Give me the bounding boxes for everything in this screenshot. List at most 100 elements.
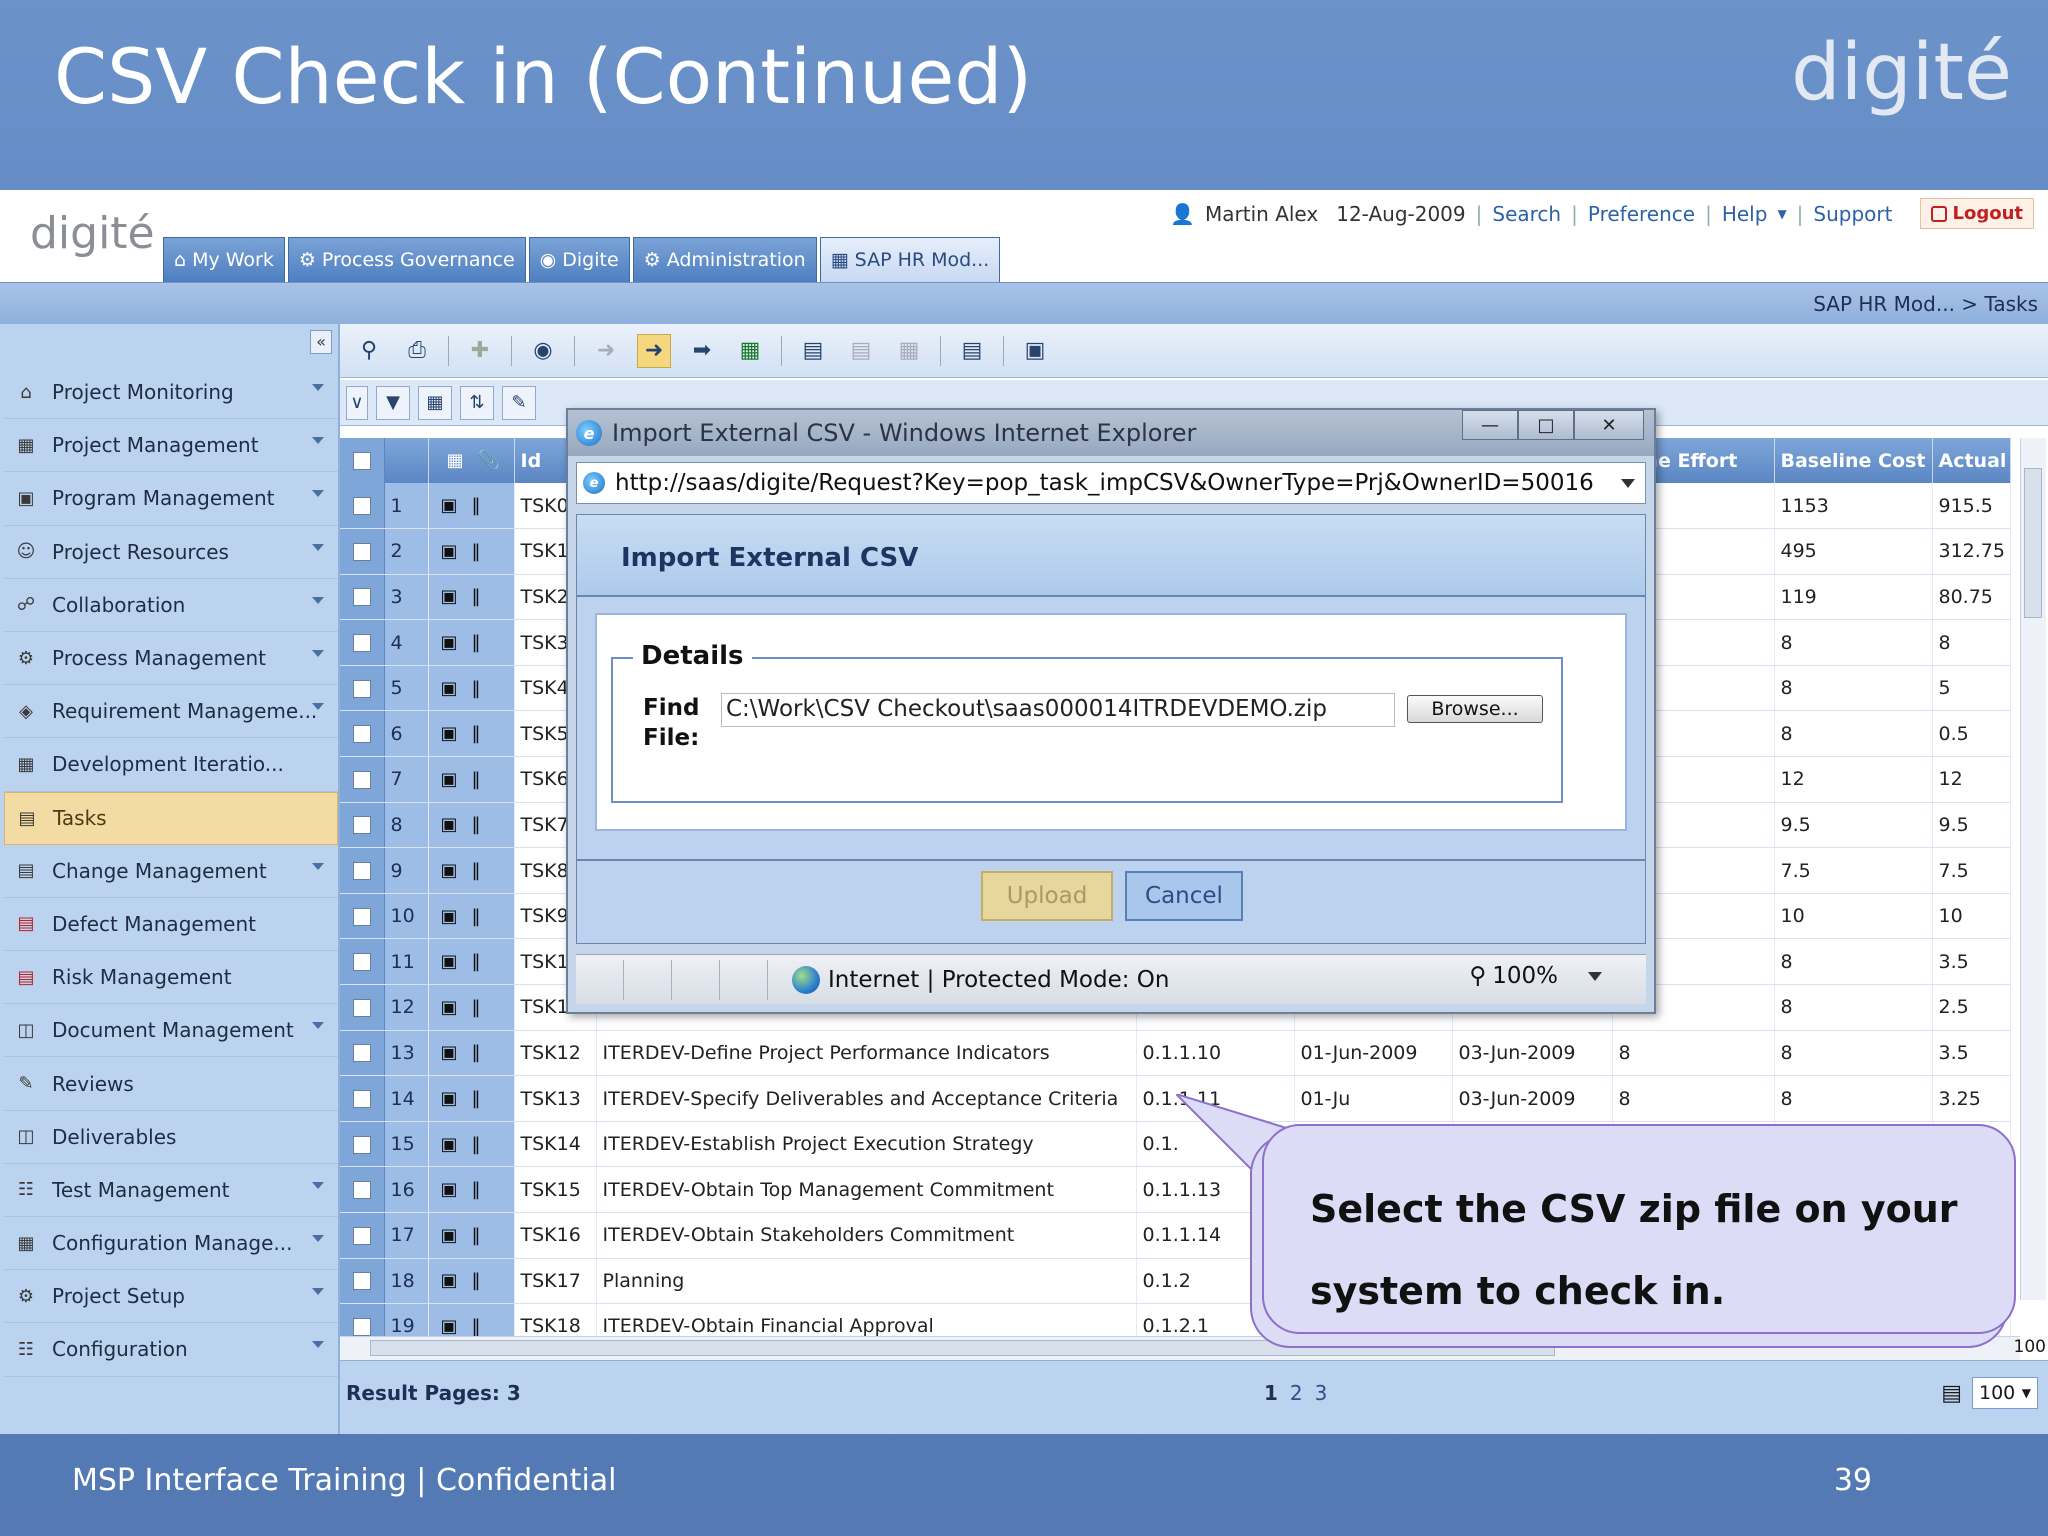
column-header-actual[interactable]: Actual [1932,438,2011,483]
link-icon[interactable]: ▣ [441,906,458,927]
page-link[interactable]: 2 [1290,1381,1303,1405]
file-path-input[interactable]: C:\Work\CSV Checkout\saas000014ITRDEVDEM… [721,693,1395,727]
expand-icon[interactable] [312,1235,324,1242]
row-checkbox[interactable] [340,756,385,803]
scroll-thumb[interactable] [370,1340,1555,1356]
column-header-baseline-cost[interactable]: Baseline Cost [1774,438,1933,483]
help-link[interactable]: Help [1722,202,1768,226]
attachment-icon[interactable]: ‖ [472,814,481,835]
edit-icon[interactable]: ✎ [502,385,536,420]
page-link[interactable]: 1 [1264,1381,1278,1405]
attachment-icon[interactable]: ‖ [472,1088,481,1109]
chevron-down-icon[interactable] [1588,971,1602,981]
link-icon[interactable]: ▣ [441,1088,458,1109]
expand-icon[interactable] [312,1288,324,1296]
checkbox[interactable] [352,725,371,744]
filter-icon[interactable]: ▼ [376,385,410,420]
sidebar-item-defect-management[interactable]: ▤ Defect Management [4,898,338,952]
page-link[interactable]: 3 [1315,1381,1328,1405]
address-bar[interactable]: e http://saas/digite/Request?Key=pop_tas… [576,462,1646,504]
sidebar-item-reviews[interactable]: ✎ Reviews [4,1057,338,1111]
copy-icon[interactable]: ▤ [1941,1381,1962,1406]
row-checkbox[interactable] [340,665,385,712]
support-link[interactable]: Support [1813,202,1892,226]
sidebar-item-change-management[interactable]: ▤ Change Management [4,845,338,898]
link-icon[interactable]: ▣ [441,632,458,653]
row-checkbox[interactable] [340,1121,385,1168]
checkbox[interactable] [352,542,371,561]
checkbox[interactable] [352,998,371,1017]
link-icon[interactable]: ▣ [441,678,458,699]
tab-my-work[interactable]: ⌂ My Work [163,237,285,282]
attachment-icon[interactable]: ‖ [472,586,481,607]
attachment-icon[interactable]: ‖ [472,541,481,562]
checkbox[interactable] [352,588,371,607]
attachment-icon[interactable]: ‖ [472,632,481,653]
scroll-thumb[interactable] [2024,468,2042,618]
zoom-control[interactable]: ⚲ 100% [1469,963,1602,989]
row-checkbox[interactable] [340,483,385,530]
horizontal-scrollbar[interactable]: 100 [340,1336,2046,1360]
row-checkbox[interactable] [340,938,385,986]
page-size-select[interactable]: 100 ▼ [1972,1377,2038,1409]
add-icon[interactable]: ✚ [463,334,497,368]
checkbox[interactable] [352,1135,371,1154]
upload-button[interactable]: Upload [981,871,1113,921]
checkout-icon[interactable]: ➡ [685,334,719,368]
link-icon[interactable]: ▣ [441,586,458,607]
attachment-icon[interactable]: ‖ [472,769,481,790]
vertical-scrollbar[interactable] [2020,438,2046,1300]
expand-icon[interactable] [312,1022,324,1030]
chevron-down-icon[interactable]: ▼ [1777,207,1786,221]
row-checkbox[interactable] [340,984,385,1031]
link-icon[interactable]: ▣ [441,1134,458,1155]
attachment-icon[interactable]: ‖ [472,997,481,1018]
expand-icon[interactable] [312,649,324,657]
link-icon[interactable]: ▣ [441,723,458,744]
sidebar-item-development-iteration[interactable]: ▦ Development Iteratio... [4,738,338,792]
expand-icon[interactable] [312,1341,324,1349]
expand-icon[interactable] [312,384,324,391]
sidebar-item-project-monitoring[interactable]: ⌂ Project Monitoring [4,366,338,420]
search-link[interactable]: Search [1492,202,1561,226]
sidebar-item-test-management[interactable]: ☷ Test Management [4,1164,338,1217]
sidebar-item-configuration[interactable]: ☷ Configuration [4,1323,338,1377]
attachment-icon[interactable]: ‖ [472,906,481,927]
link-icon[interactable]: ▣ [441,495,458,516]
checkbox[interactable] [352,1090,371,1109]
sidebar-item-process-management[interactable]: ⚙ Process Management [4,632,338,686]
row-checkbox[interactable] [340,619,385,666]
sidebar-item-project-setup[interactable]: ⚙ Project Setup [4,1270,338,1324]
sidebar-item-project-resources[interactable]: ☺ Project Resources [4,526,338,579]
attachment-icon[interactable]: ‖ [472,951,481,972]
row-checkbox[interactable] [340,574,385,621]
find-icon[interactable]: ◉ [526,334,560,368]
attachment-icon[interactable]: ‖ [472,1316,481,1337]
tab-process-governance[interactable]: ⚙ Process Governance [287,237,526,282]
grid-view-icon[interactable]: ▦ [418,385,452,420]
sidebar-item-tasks[interactable]: ▤ Tasks [4,791,338,845]
expand-icon[interactable] [312,490,324,498]
checkbox[interactable] [352,634,371,653]
close-icon[interactable]: ✕ [1574,410,1644,440]
import-csv-icon[interactable]: ➜ [637,333,671,368]
attachment-icon[interactable]: ‖ [472,495,481,516]
row-checkbox[interactable] [340,847,385,894]
attachment-icon[interactable]: ‖ [472,860,481,881]
report-icon[interactable]: ▤ [796,334,830,368]
logout-button[interactable]: Logout [1920,198,2034,229]
row-checkbox[interactable] [340,1212,385,1259]
sidebar-item-program-management[interactable]: ▣ Program Management [4,472,338,526]
link-icon[interactable]: ▣ [441,541,458,562]
link-icon[interactable]: ▣ [441,951,458,972]
expand-icon[interactable] [312,543,324,551]
row-checkbox[interactable] [340,1030,385,1077]
checkbox[interactable] [352,816,371,835]
row-checkbox[interactable] [340,1303,385,1338]
link-icon[interactable]: ▣ [441,1225,458,1246]
print-icon[interactable]: ⎙ [400,334,434,368]
checkbox[interactable] [352,953,371,972]
export-icon[interactable]: ➜ [589,334,623,368]
row-checkbox[interactable] [340,528,385,575]
maximize-icon[interactable]: □ [1518,410,1574,440]
